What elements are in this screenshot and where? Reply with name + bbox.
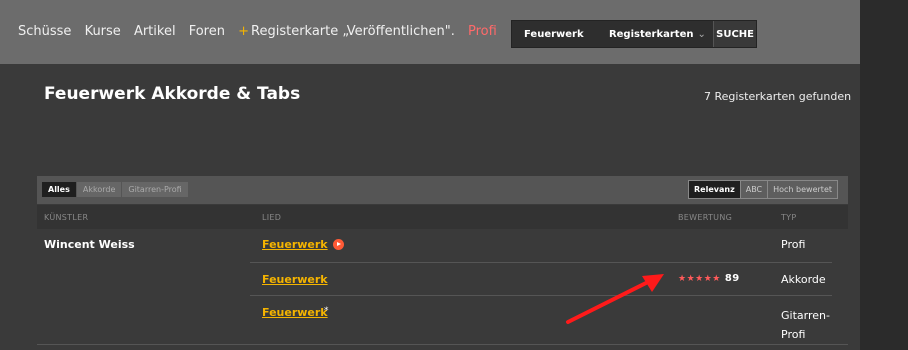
rating: ★★★★★ 89 <box>678 273 740 284</box>
nav-item-publish[interactable]: Registerkarte „Veröffentlichen". <box>251 24 455 39</box>
chevron-down-icon: ⌄ <box>697 28 706 40</box>
annotation-arrow-icon <box>566 274 664 324</box>
table-header: KÜNSTLER LIED BEWERTUNG TYP <box>37 205 848 229</box>
search-button[interactable]: SUCHE <box>713 21 756 47</box>
song-link[interactable]: Feuerwerk <box>262 306 328 319</box>
type-label: Profi <box>781 238 806 251</box>
song-title: Feuerwerk <box>262 306 328 319</box>
row-divider <box>250 295 832 296</box>
nav-item-pro[interactable]: Profi <box>468 24 497 39</box>
rating-stars: ★★★★★ <box>678 274 721 284</box>
sort-options: Relevanz ABC Hoch bewertet <box>688 180 838 199</box>
nav-links: Schüsse Kurse Artikel Foren + Registerkar… <box>18 24 506 39</box>
nav-item-foren[interactable]: Foren <box>189 24 225 39</box>
sort-relevanz[interactable]: Relevanz <box>689 181 740 198</box>
artist-link[interactable]: Wincent Weiss <box>44 238 135 251</box>
plus-icon: + <box>238 24 250 39</box>
type-tabs: Alles Akkorde Gitarren-Profi <box>42 182 189 197</box>
header-type: TYP <box>781 213 797 222</box>
type-label-line2: Profi <box>781 328 806 341</box>
rating-count: 89 <box>724 273 740 284</box>
header-artist: KÜNSTLER <box>44 213 89 222</box>
page-title: Feuerwerk Akkorde & Tabs <box>44 84 301 104</box>
nav-item-kurse[interactable]: Kurse <box>85 24 121 39</box>
tab-gitarren-profi[interactable]: Gitarren-Profi <box>122 182 188 197</box>
song-link[interactable]: Feuerwerk <box>262 273 328 286</box>
nav-item-schuesse[interactable]: Schüsse <box>18 24 71 39</box>
row-divider <box>250 262 832 263</box>
play-icon[interactable] <box>333 239 344 250</box>
header-song: LIED <box>262 213 282 222</box>
header-rating: BEWERTUNG <box>678 213 733 222</box>
type-label: Akkorde <box>781 273 826 286</box>
type-label: Gitarren- Profi <box>781 306 830 344</box>
sort-hoch-bewertet[interactable]: Hoch bewertet <box>767 181 837 198</box>
tab-alles[interactable]: Alles <box>42 182 76 197</box>
song-link[interactable]: Feuerwerk <box>262 238 328 251</box>
search-input[interactable]: Feuerwerk <box>512 29 602 40</box>
filter-bar: Alles Akkorde Gitarren-Profi Relevanz AB… <box>37 176 848 204</box>
nav-item-artikel[interactable]: Artikel <box>134 24 176 39</box>
table-bottom-divider <box>37 344 848 345</box>
search-bar: Feuerwerk Registerkarten ⌄ SUCHE <box>511 20 757 48</box>
results-count: 7 Registerkarten gefunden <box>704 90 852 103</box>
asterisk-marker: * <box>324 306 329 316</box>
tab-akkorde[interactable]: Akkorde <box>76 182 122 197</box>
search-type-label: Registerkarten <box>608 28 694 40</box>
search-type-select[interactable]: Registerkarten ⌄ <box>602 29 714 40</box>
right-panel <box>860 0 908 350</box>
top-navigation: Schüsse Kurse Artikel Foren + Registerkar… <box>0 0 860 65</box>
type-label-line1: Gitarren- <box>781 309 830 322</box>
sort-abc[interactable]: ABC <box>739 181 768 198</box>
